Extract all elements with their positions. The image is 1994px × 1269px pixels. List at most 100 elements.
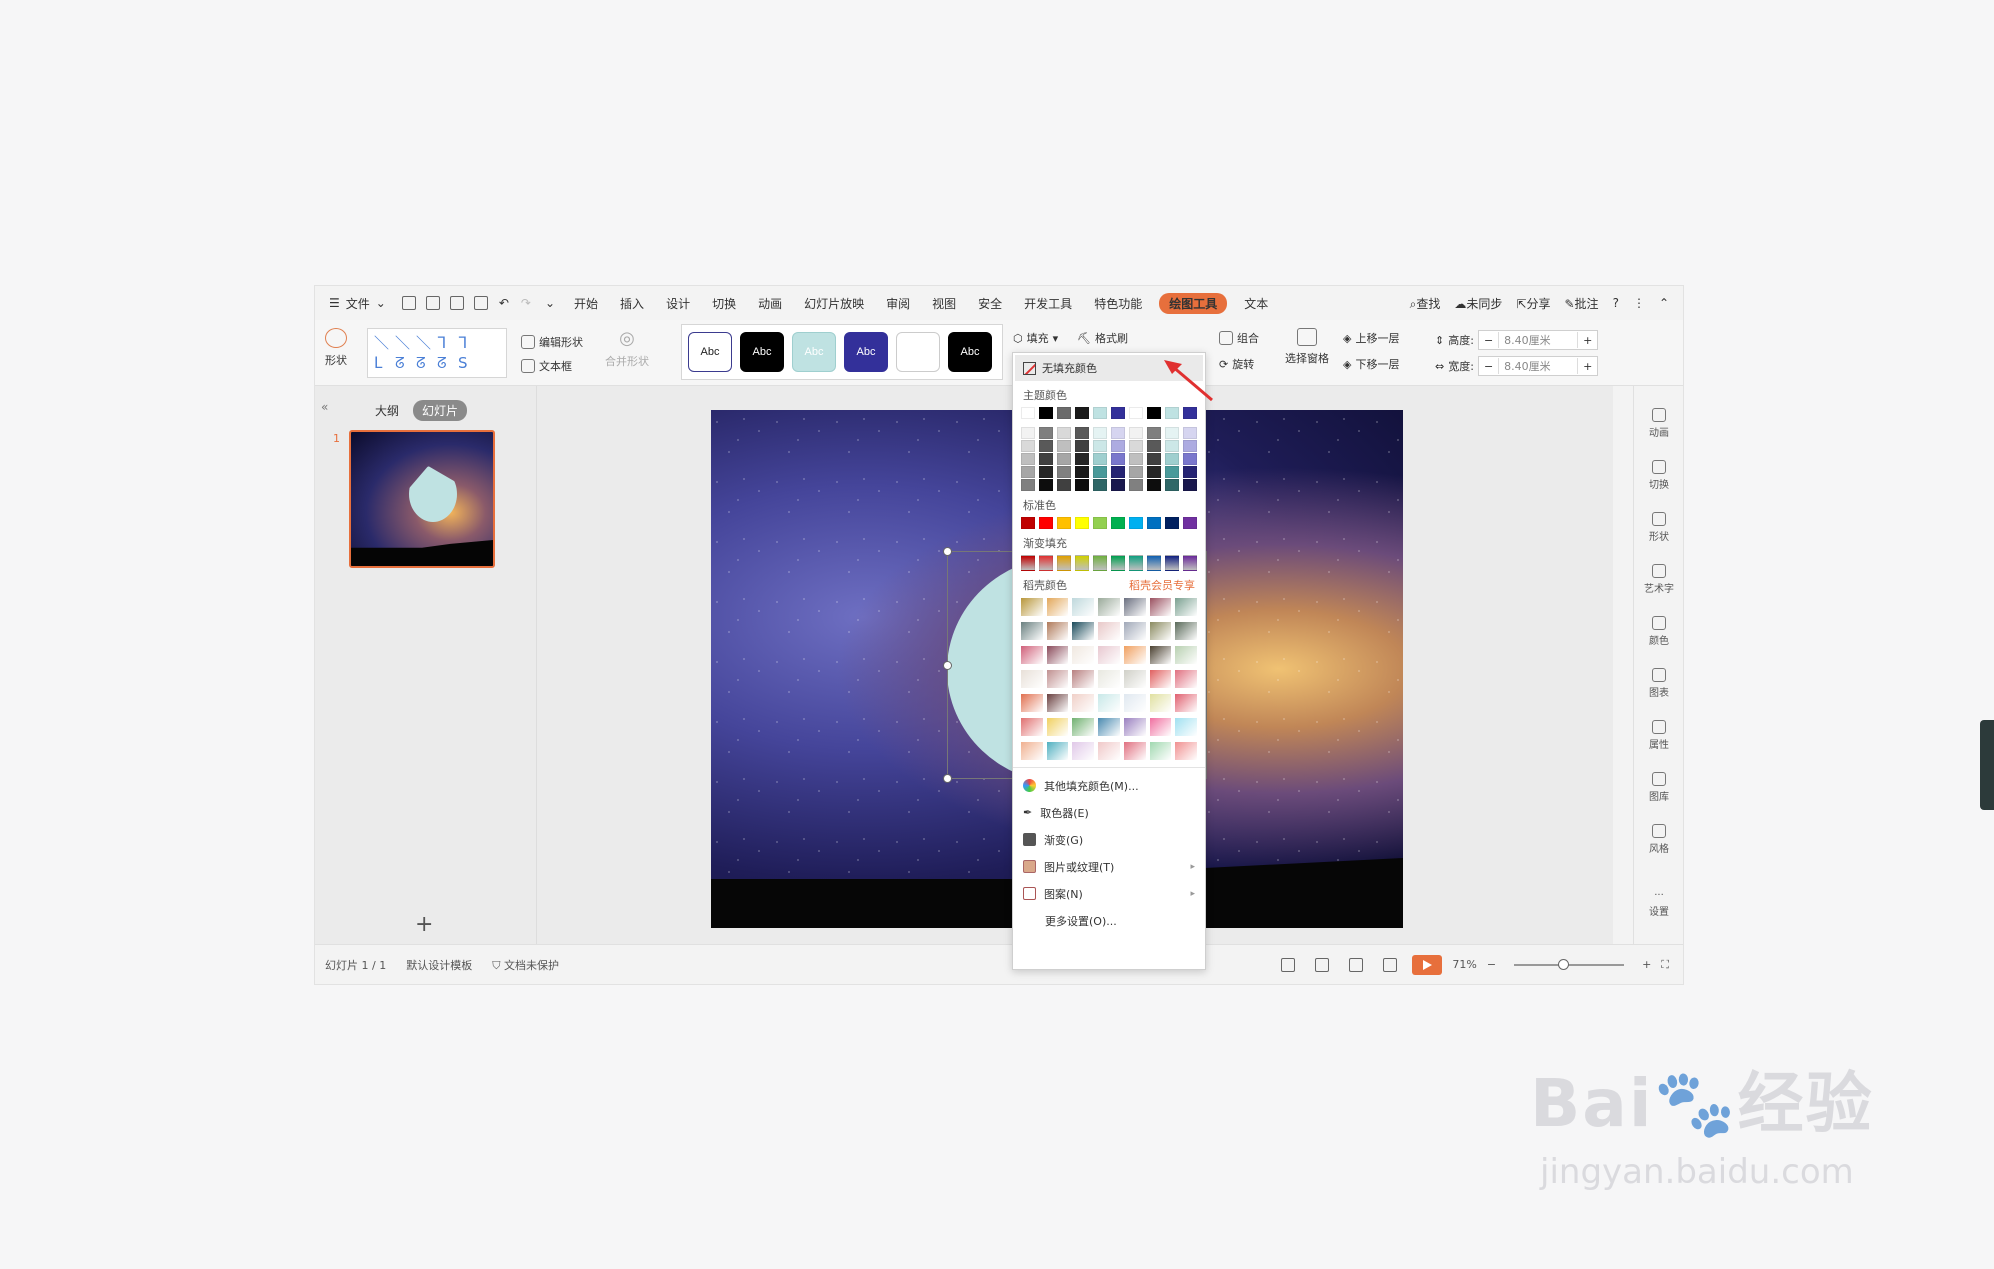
fill-button[interactable]: ⬡ 填充 ▾: [1013, 330, 1058, 346]
daoke-swatch[interactable]: [1072, 646, 1095, 664]
format-icon[interactable]: [425, 296, 440, 310]
daoke-swatch[interactable]: [1175, 598, 1198, 616]
template-name[interactable]: 默认设计模板: [396, 957, 482, 973]
daoke-swatch[interactable]: [1123, 742, 1146, 760]
daoke-swatch[interactable]: [1072, 694, 1095, 712]
sidebar-item-style[interactable]: 风格: [1634, 824, 1684, 855]
format-painter-button[interactable]: ⛏ 格式刷: [1077, 330, 1128, 346]
color-swatch[interactable]: [1093, 440, 1107, 452]
color-swatch[interactable]: [1093, 479, 1107, 491]
daoke-swatch[interactable]: [1021, 646, 1043, 664]
bring-forward-button[interactable]: ◈ 上移一层: [1343, 330, 1399, 346]
color-swatch[interactable]: [1183, 453, 1197, 465]
zoom-slider[interactable]: [1514, 958, 1625, 970]
daoke-swatch[interactable]: [1123, 598, 1146, 616]
daoke-swatch[interactable]: [1098, 718, 1120, 736]
daoke-swatch[interactable]: [1098, 670, 1120, 688]
color-swatch[interactable]: [1093, 517, 1107, 529]
color-swatch[interactable]: [1057, 466, 1071, 478]
width-input[interactable]: 8.40厘米: [1498, 358, 1579, 374]
elbow-arrow[interactable]: ᒣ: [458, 333, 479, 353]
daoke-swatch[interactable]: [1046, 694, 1069, 712]
daoke-swatch[interactable]: [1021, 694, 1043, 712]
tab-animation[interactable]: 动画: [747, 295, 793, 312]
color-swatch[interactable]: [1039, 453, 1053, 465]
zoom-in-button[interactable]: +: [1642, 958, 1651, 971]
search-button[interactable]: ⌕查找: [1410, 295, 1441, 312]
daoke-swatch[interactable]: [1072, 670, 1095, 688]
sidebar-item-properties[interactable]: 属性: [1634, 720, 1684, 751]
daoke-swatch[interactable]: [1072, 598, 1095, 616]
daoke-swatch[interactable]: [1072, 742, 1095, 760]
color-swatch[interactable]: [1039, 427, 1053, 439]
curve-arrow[interactable]: ᘔ: [416, 353, 437, 373]
gradient-swatch[interactable]: [1093, 555, 1107, 571]
daoke-swatch[interactable]: [1149, 646, 1172, 664]
tab-insert[interactable]: 插入: [609, 295, 655, 312]
selection-pane-button[interactable]: 选择窗格: [1285, 328, 1329, 366]
daoke-swatch[interactable]: [1021, 742, 1043, 760]
daoke-swatch[interactable]: [1123, 670, 1146, 688]
color-swatch[interactable]: [1093, 453, 1107, 465]
tab-outline[interactable]: 大纲: [375, 402, 399, 419]
share-button[interactable]: ⇱分享: [1516, 295, 1550, 312]
color-swatch[interactable]: [1039, 440, 1053, 452]
gradient-swatch[interactable]: [1183, 555, 1197, 571]
normal-view-icon[interactable]: [1281, 957, 1296, 972]
color-swatch[interactable]: [1147, 427, 1161, 439]
color-swatch[interactable]: [1129, 407, 1143, 419]
daoke-swatch[interactable]: [1046, 598, 1069, 616]
collapse-ribbon-icon[interactable]: ⌃: [1659, 296, 1669, 310]
daoke-swatch[interactable]: [1175, 622, 1198, 640]
color-swatch[interactable]: [1111, 479, 1125, 491]
redo-icon[interactable]: ↷: [521, 296, 531, 310]
color-swatch[interactable]: [1075, 517, 1089, 529]
color-swatch[interactable]: [1021, 466, 1035, 478]
color-swatch[interactable]: [1129, 453, 1143, 465]
color-swatch[interactable]: [1165, 427, 1179, 439]
line-shape[interactable]: ＼: [374, 333, 395, 353]
color-swatch[interactable]: [1147, 466, 1161, 478]
daoke-swatch[interactable]: [1123, 694, 1146, 712]
daoke-swatch[interactable]: [1072, 718, 1095, 736]
protection-status[interactable]: ⛉ 文档未保护: [482, 957, 569, 973]
zoom-slider-knob[interactable]: [1558, 958, 1570, 970]
curve-double[interactable]: ᘔ: [437, 353, 458, 373]
height-input[interactable]: 8.40厘米: [1498, 332, 1579, 348]
freeform-shape[interactable]: S: [458, 353, 479, 373]
tab-drawing-tools[interactable]: 绘图工具: [1159, 292, 1228, 314]
zoom-out-button[interactable]: −: [1487, 958, 1496, 971]
daoke-swatch[interactable]: [1021, 622, 1043, 640]
color-swatch[interactable]: [1183, 427, 1197, 439]
color-swatch[interactable]: [1057, 517, 1071, 529]
daoke-swatch[interactable]: [1175, 646, 1198, 664]
color-swatch[interactable]: [1129, 466, 1143, 478]
fit-window-icon[interactable]: ⛶: [1661, 958, 1669, 972]
resize-handle-bl[interactable]: [943, 774, 952, 783]
shape-style-6[interactable]: Abc: [948, 332, 992, 372]
tab-start[interactable]: 开始: [563, 295, 609, 312]
gradient-swatch[interactable]: [1147, 555, 1161, 571]
daoke-swatch[interactable]: [1149, 718, 1172, 736]
sidebar-item-transition[interactable]: 切换: [1634, 460, 1684, 491]
gradient-swatch[interactable]: [1075, 555, 1089, 571]
daoke-swatch[interactable]: [1175, 670, 1198, 688]
tab-developer[interactable]: 开发工具: [1013, 295, 1083, 312]
color-swatch[interactable]: [1147, 517, 1161, 529]
sync-button[interactable]: ☁未同步: [1454, 295, 1502, 312]
color-swatch[interactable]: [1057, 453, 1071, 465]
reading-view-icon[interactable]: [1349, 957, 1364, 972]
color-swatch[interactable]: [1147, 453, 1161, 465]
daoke-swatch[interactable]: [1149, 598, 1172, 616]
daoke-swatch[interactable]: [1046, 742, 1069, 760]
color-swatch[interactable]: [1075, 453, 1089, 465]
sidebar-item-chart[interactable]: 图表: [1634, 668, 1684, 699]
daoke-swatch[interactable]: [1021, 670, 1043, 688]
shape-style-1[interactable]: Abc: [688, 332, 732, 372]
color-swatch[interactable]: [1075, 407, 1089, 419]
daoke-swatch[interactable]: [1175, 718, 1198, 736]
color-swatch[interactable]: [1165, 466, 1179, 478]
daoke-swatch[interactable]: [1149, 742, 1172, 760]
daoke-swatch[interactable]: [1046, 646, 1069, 664]
arrow-shape[interactable]: ＼: [395, 333, 416, 353]
